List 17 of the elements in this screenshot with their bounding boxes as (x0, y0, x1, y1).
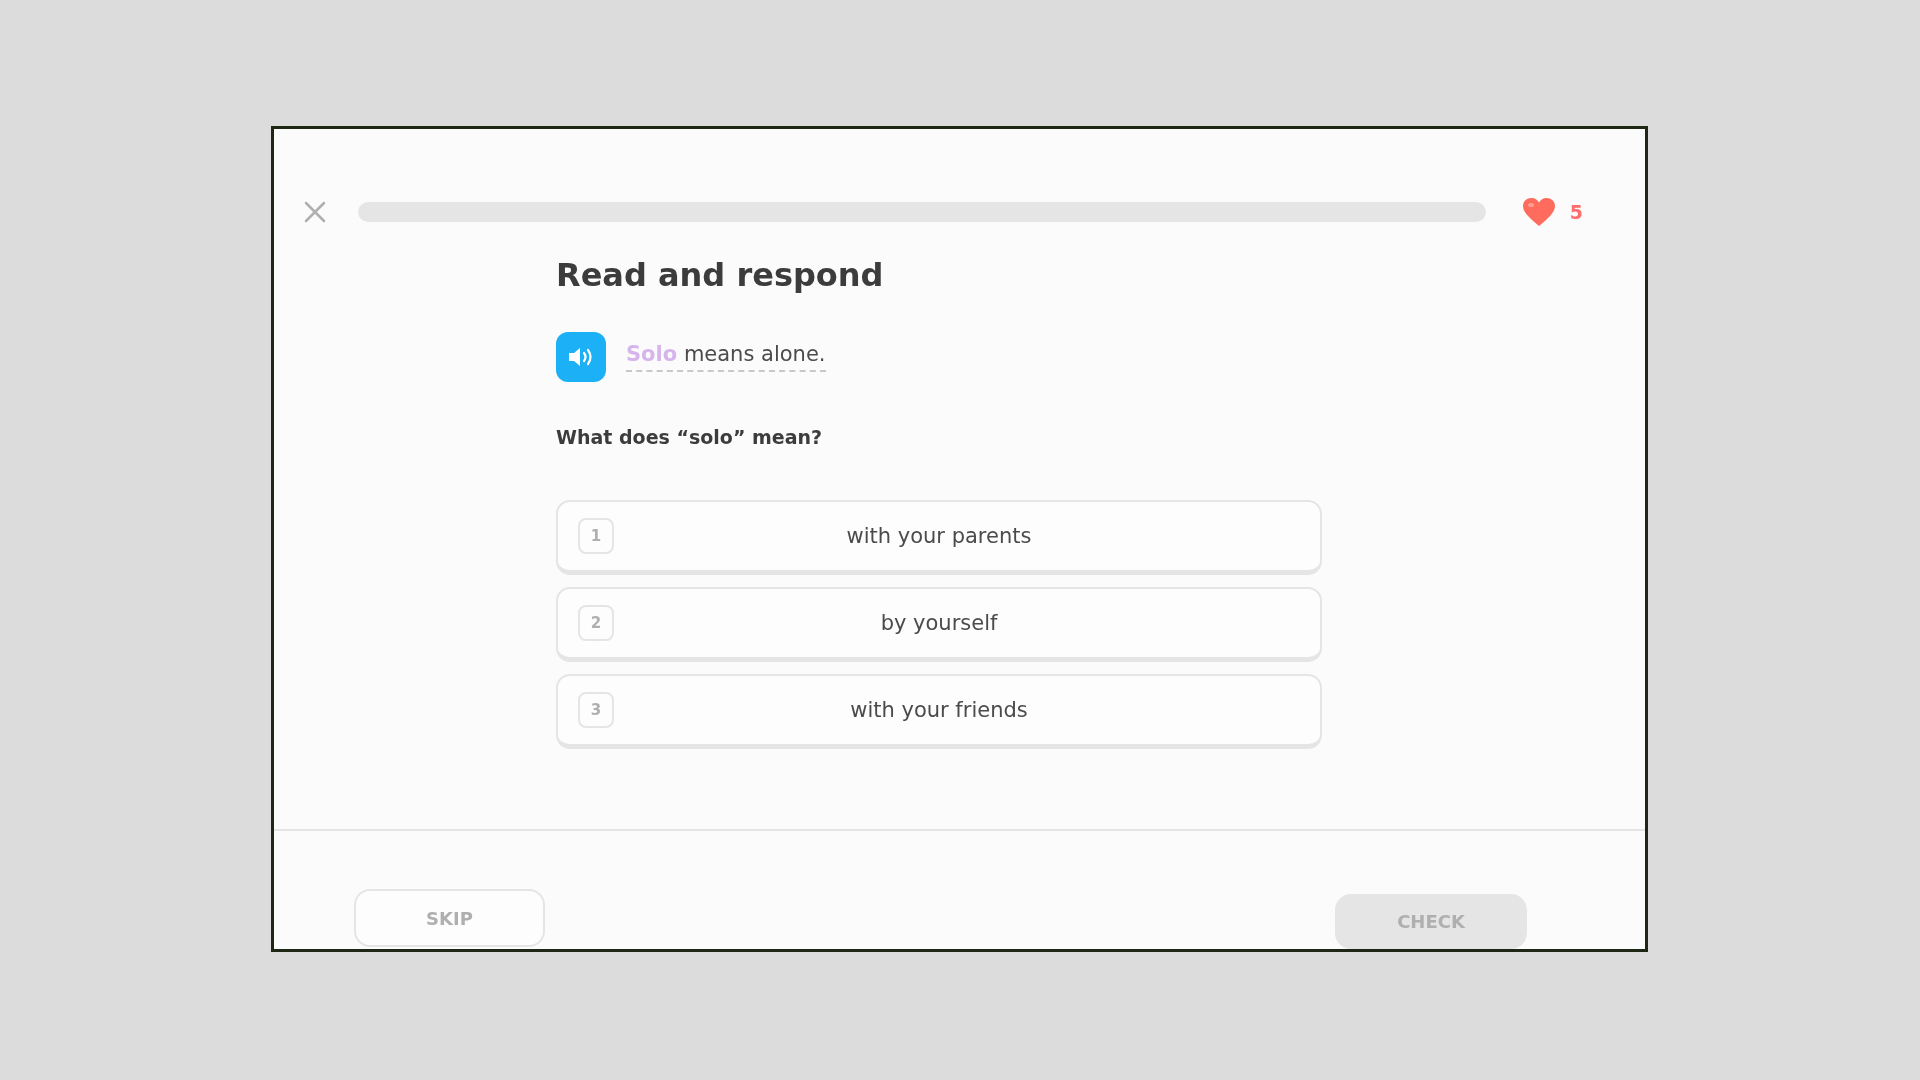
hearts-count: 5 (1569, 201, 1583, 223)
option-number: 2 (578, 605, 614, 641)
option-label: by yourself (879, 611, 999, 635)
answer-option[interactable]: 1 with your parents (556, 500, 1322, 575)
speaker-icon (567, 345, 595, 369)
heart-icon (1521, 197, 1556, 227)
option-label: with your friends (849, 698, 1029, 722)
exercise-title: Read and respond (556, 256, 885, 294)
answer-option[interactable]: 3 with your friends (556, 674, 1322, 749)
question-text: What does “solo” mean? (556, 426, 824, 448)
prompt-sentence: Solo means alone. (626, 342, 826, 372)
speaker-button[interactable] (556, 332, 606, 382)
answer-option[interactable]: 2 by yourself (556, 587, 1322, 662)
option-number: 1 (578, 518, 614, 554)
option-label: with your parents (845, 524, 1033, 548)
option-number: 3 (578, 692, 614, 728)
close-icon (304, 201, 326, 223)
